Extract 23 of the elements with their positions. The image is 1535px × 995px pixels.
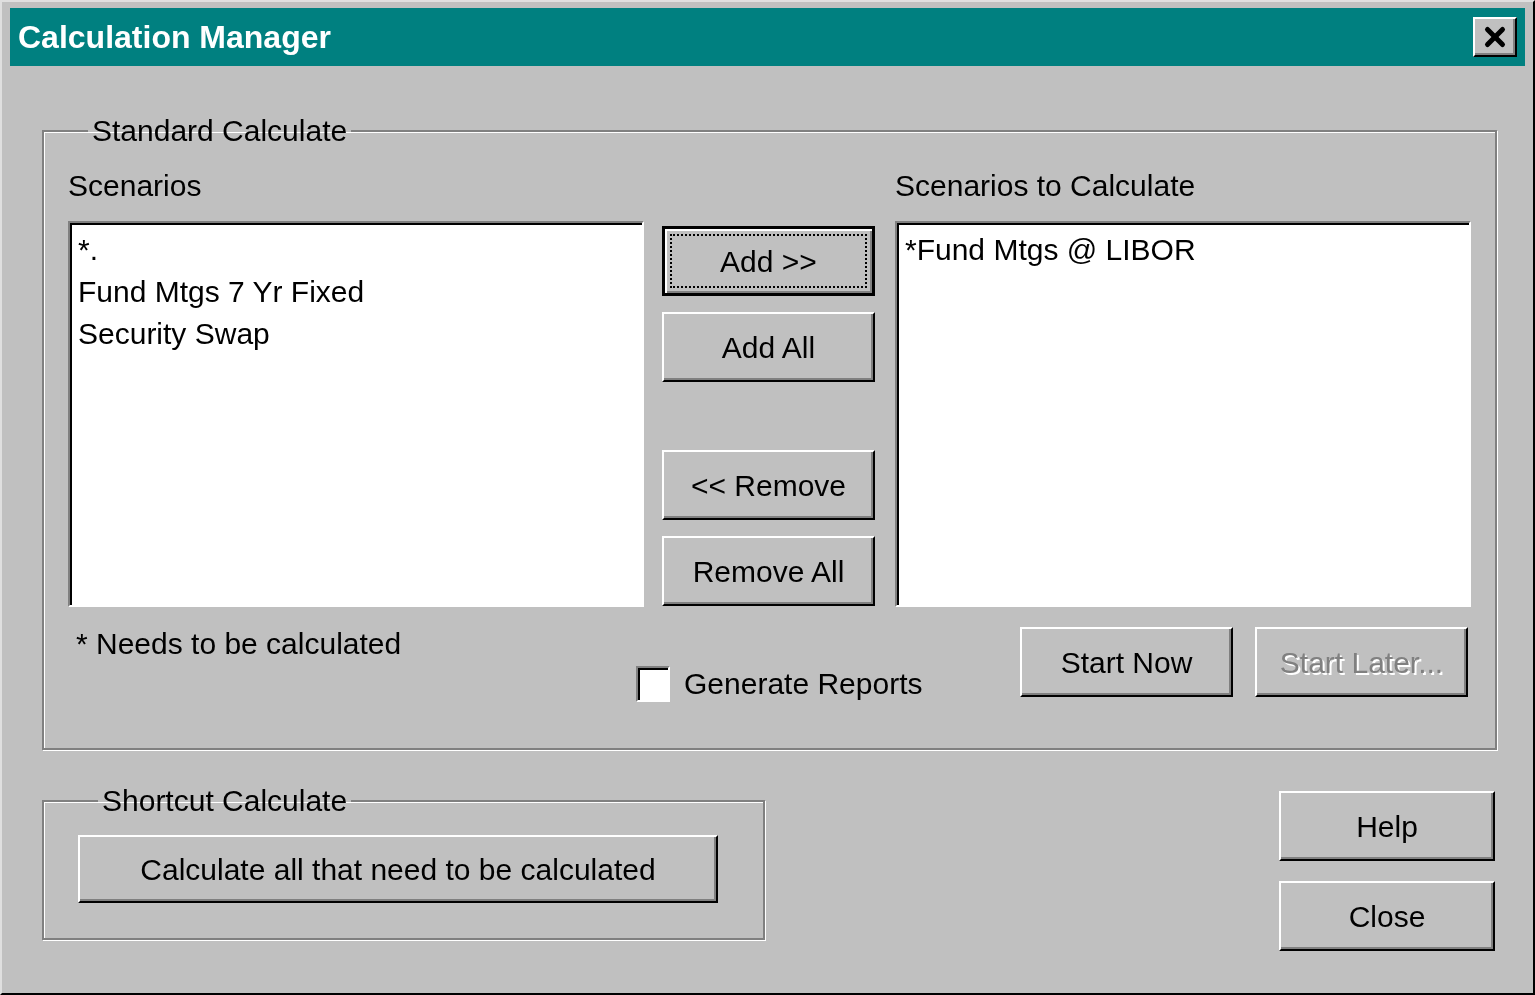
button[interactable]: << Remove — [662, 450, 875, 520]
button[interactable]: Remove All — [662, 536, 875, 606]
list-box[interactable]: *. Fund Mtgs 7 Yr Fixed Security Swap — [68, 221, 644, 607]
button[interactable]: Calculate all that need to be calculated — [78, 835, 718, 903]
list-item[interactable]: Fund Mtgs 7 Yr Fixed — [78, 271, 634, 313]
list-box[interactable]: *Fund Mtgs @ LIBOR — [895, 221, 1471, 607]
group-title: Standard Calculate — [91, 113, 349, 149]
list-item[interactable]: Security Swap — [78, 313, 634, 355]
list-item[interactable]: *Fund Mtgs @ LIBOR — [905, 229, 1461, 271]
group-title: Shortcut Calculate — [101, 783, 349, 819]
list-label: Scenarios — [68, 168, 203, 203]
list-label: Scenarios to Calculate — [895, 168, 1197, 203]
list-item[interactable]: *. — [78, 229, 634, 271]
checkbox-label: Generate Reports — [684, 666, 923, 702]
window-title: Calculation Manager — [18, 18, 331, 57]
button[interactable]: Add All — [662, 312, 875, 382]
footnote: * Needs to be calculated — [76, 626, 403, 662]
button[interactable]: Start Now — [1020, 627, 1233, 697]
button[interactable]: Help — [1279, 791, 1495, 861]
button[interactable]: Add >> — [662, 226, 875, 296]
close-button[interactable] — [1473, 17, 1517, 57]
checkbox[interactable] — [636, 665, 670, 702]
button[interactable]: Close — [1279, 881, 1495, 951]
